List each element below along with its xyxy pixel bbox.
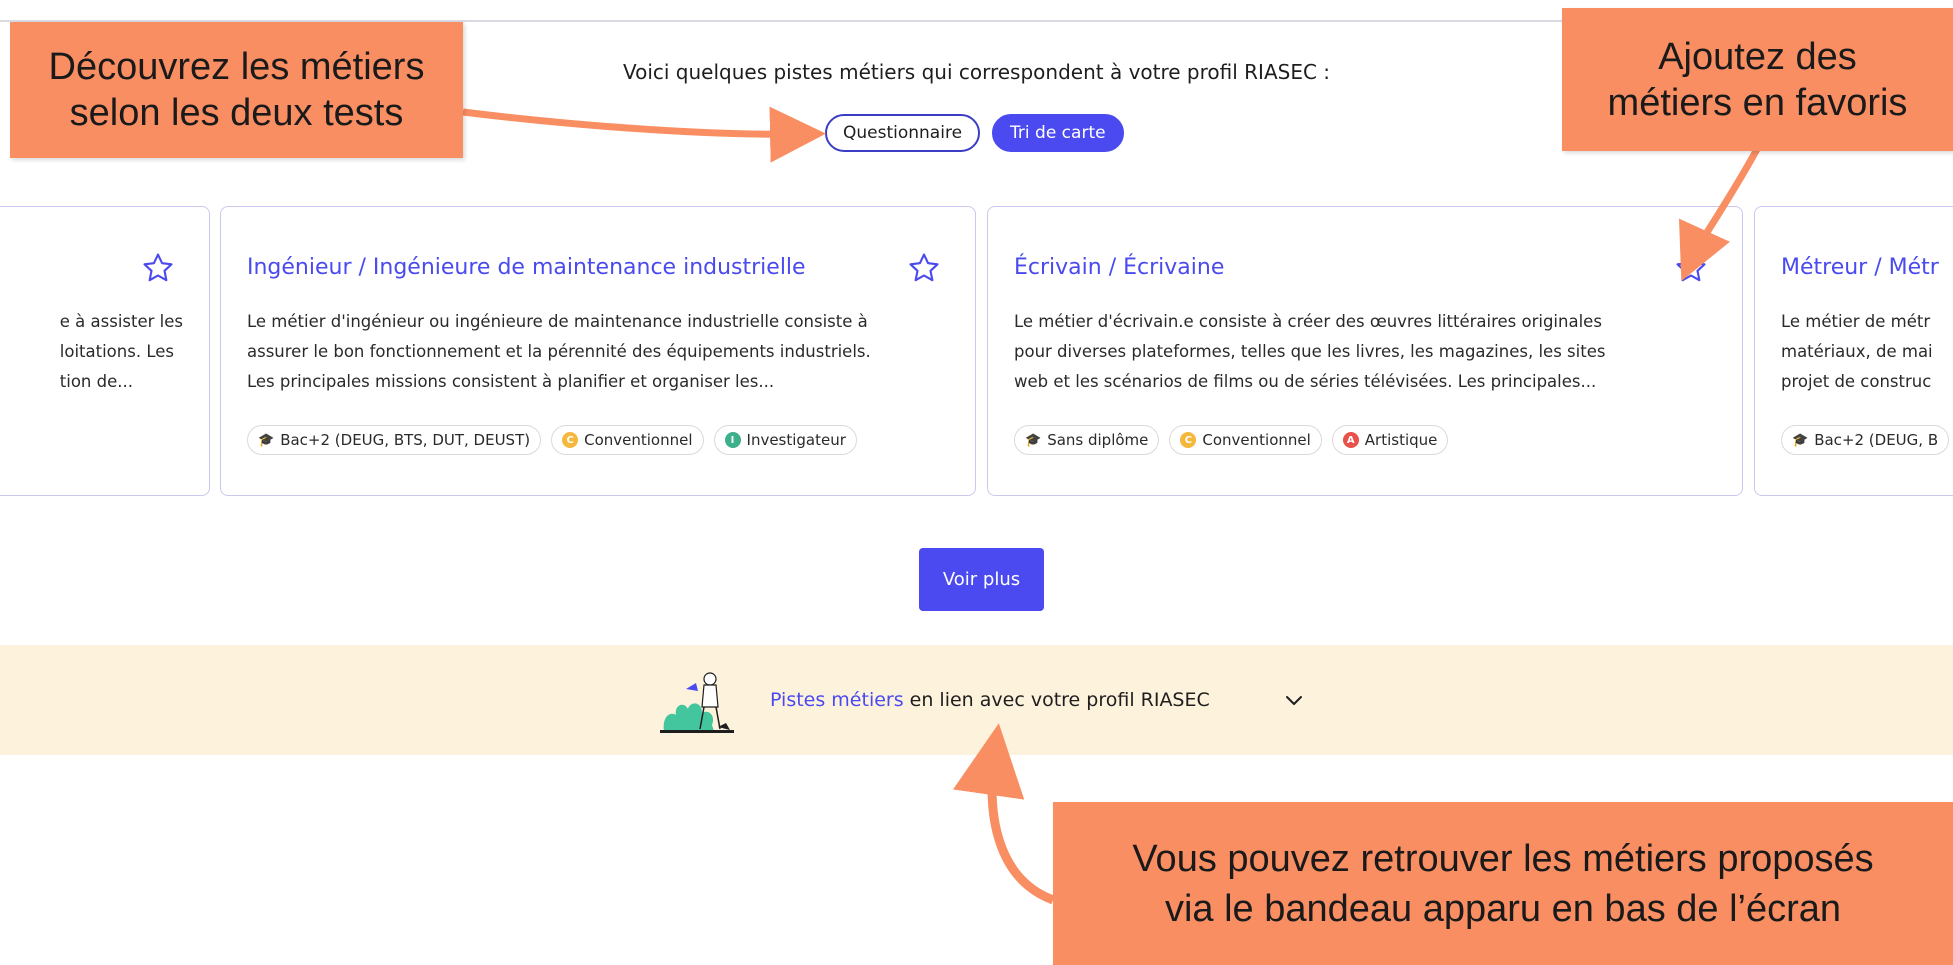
riasec-tag: C Conventionnel [1169, 425, 1322, 455]
favorite-star-icon[interactable] [141, 251, 175, 285]
riasec-tag: A Artistique [1331, 425, 1449, 455]
callout-line: Découvrez les métiers [48, 46, 425, 88]
graduation-cap-icon: 🎓 [258, 432, 275, 448]
bottom-banner[interactable]: Pistes métiers en lien avec votre profil… [0, 645, 1953, 755]
description-line: Le métier d'écrivain.e consiste à créer … [1014, 312, 1602, 331]
arrow-to-banner [953, 723, 1055, 905]
riasec-i-icon: I [724, 432, 741, 448]
description-line: tion de... [59, 372, 133, 391]
job-card[interactable]: Écrivain / Écrivaine Le métier d'écrivai… [987, 206, 1743, 496]
callout-line: métiers en favoris [1607, 81, 1908, 124]
favorite-star-icon[interactable] [1674, 251, 1708, 285]
job-card-tags: 🎓 Sans diplôme C Conventionnel A Artistique [1014, 425, 1449, 455]
job-card-title[interactable]: Métreur / Métr [1781, 255, 1939, 280]
tag-label: Bac+2 (DEUG, B [1814, 431, 1939, 449]
callout-line: via le bandeau apparu en bas de l’écran [1164, 887, 1842, 930]
description-line: pour diverses plateformes, telles que le… [1014, 342, 1606, 361]
description-line: Les principales missions consistent à pl… [247, 372, 775, 391]
description-line: e à assister les [59, 312, 183, 331]
chevron-down-icon[interactable] [1282, 689, 1306, 713]
favorite-star-icon[interactable] [907, 251, 941, 285]
description-line: Le métier de métr [1781, 312, 1931, 331]
arrow-to-toggles [462, 106, 826, 163]
tag-label: Investigateur [746, 431, 846, 449]
tag-label: Conventionnel [584, 431, 693, 449]
description-line: projet de construc [1781, 372, 1932, 391]
callout-tests: Découvrez les métiers selon les deux tes… [10, 22, 463, 158]
description-line: assurer le bon fonctionnement et la pére… [247, 342, 871, 361]
diploma-tag: 🎓 Bac+2 (DEUG, BTS, DUT, DEUST) [247, 425, 542, 455]
riasec-c-icon: C [562, 432, 579, 448]
job-card-description: Le métier de métr matériaux, de mai proj… [1781, 307, 1953, 397]
diploma-tag: 🎓 Sans diplôme [1014, 425, 1160, 455]
job-card[interactable]: Ingénieur / Ingénieure de maintenance in… [220, 206, 976, 496]
job-card-tags: 🎓 Bac+2 (DEUG, B [1781, 425, 1950, 455]
callout-bandeau: Vous pouvez retrouver les métiers propos… [1053, 802, 1953, 965]
riasec-tag: C Conventionnel [551, 425, 704, 455]
riasec-c-icon: C [1180, 432, 1197, 448]
pistes-metiers-link[interactable]: Pistes métiers [770, 689, 904, 711]
description-line: matériaux, de mai [1781, 342, 1933, 361]
callout-line: Vous pouvez retrouver les métiers propos… [1132, 837, 1874, 880]
riasec-a-icon: A [1342, 432, 1359, 448]
voir-plus-button[interactable]: Voir plus [919, 548, 1044, 611]
description-line: Le métier d'ingénieur ou ingénieure de m… [247, 312, 868, 331]
banner-text: Pistes métiers en lien avec votre profil… [770, 689, 1210, 711]
job-card-description: Le métier d'ingénieur ou ingénieure de m… [247, 307, 949, 397]
banner-text-rest: en lien avec votre profil RIASEC [903, 689, 1210, 711]
tag-label: Conventionnel [1202, 431, 1311, 449]
tri-de-carte-toggle[interactable]: Tri de carte [992, 114, 1124, 152]
callout-line: Ajoutez des [1658, 35, 1857, 78]
job-card-description: Le métier d'écrivain.e consiste à créer … [1014, 307, 1716, 397]
riasec-tag: I Investigateur [713, 425, 857, 455]
graduation-cap-icon: 🎓 [1025, 432, 1042, 448]
job-card[interactable]: Métreur / Métr Le métier de métr matéria… [1754, 206, 1953, 496]
description-line: web et les scénarios de films ou de séri… [1014, 372, 1597, 391]
tag-label: Bac+2 (DEUG, BTS, DUT, DEUST) [280, 431, 531, 449]
graduation-cap-icon: 🎓 [1792, 432, 1809, 448]
job-card-title[interactable]: Écrivain / Écrivaine [1014, 255, 1224, 280]
job-card[interactable]: e à assister les loitations. Les tion de… [0, 206, 210, 496]
job-card-description: e à assister les loitations. Les tion de… [60, 307, 183, 397]
callout-line: selon les deux tests [69, 92, 404, 134]
person-plant-illustration-icon [660, 672, 734, 733]
tag-label: Sans diplôme [1047, 431, 1149, 449]
job-card-title[interactable]: Ingénieur / Ingénieure de maintenance in… [247, 255, 806, 280]
tag-label: Artistique [1364, 431, 1438, 449]
questionnaire-toggle[interactable]: Questionnaire [825, 114, 981, 152]
job-card-tags: 🎓 Bac+2 (DEUG, BTS, DUT, DEUST) C Conventi… [247, 425, 857, 455]
test-toggle-group: Questionnaire Tri de carte [825, 114, 1124, 152]
diploma-tag: 🎓 Bac+2 (DEUG, B [1781, 425, 1950, 455]
jobs-carousel: e à assister les loitations. Les tion de… [0, 206, 1953, 498]
description-line: loitations. Les [59, 342, 174, 361]
callout-favoris: Ajoutez des métiers en favoris [1562, 8, 1953, 151]
